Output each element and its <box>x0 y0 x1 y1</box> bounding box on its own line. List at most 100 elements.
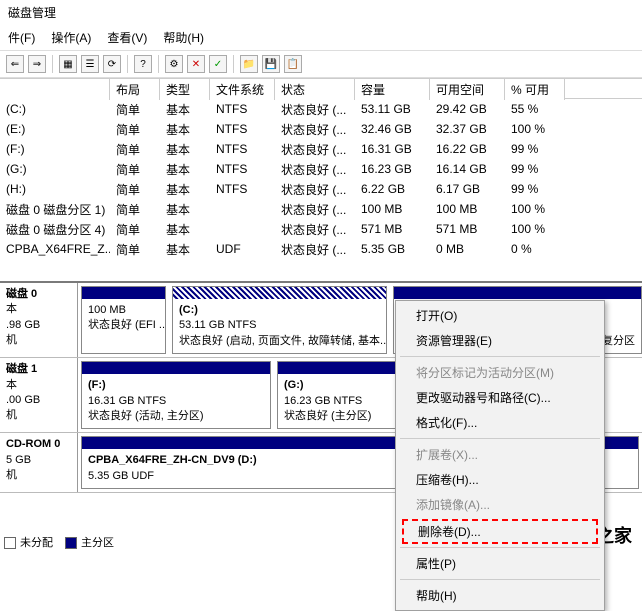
cell-status: 状态良好 (... <box>275 180 355 199</box>
col-status[interactable]: 状态 <box>275 79 355 100</box>
window-title: 磁盘管理 <box>8 4 56 21</box>
title-bar: 磁盘管理 <box>0 0 642 25</box>
cell-cap: 32.46 GB <box>355 121 430 137</box>
cell-pct: 100 % <box>505 221 565 237</box>
check-icon[interactable]: ✓ <box>209 55 227 73</box>
cell-status: 状态良好 (... <box>275 240 355 259</box>
col-volume[interactable] <box>0 79 110 100</box>
cell-pct: 99 % <box>505 161 565 177</box>
col-cap[interactable]: 容量 <box>355 79 430 100</box>
cell-cap: 6.22 GB <box>355 181 430 197</box>
cell-vol: 磁盘 0 磁盘分区 1) <box>0 200 110 219</box>
menu-view[interactable]: 查看(V) <box>107 29 147 46</box>
cell-vol: (C:) <box>0 101 110 117</box>
cell-fs <box>210 228 275 230</box>
col-layout[interactable]: 布局 <box>110 79 160 100</box>
context-menu: 打开(O) 资源管理器(E) 将分区标记为活动分区(M) 更改驱动器号和路径(C… <box>395 300 605 611</box>
settings-icon[interactable]: ⚙ <box>165 55 183 73</box>
cell-type: 基本 <box>160 200 210 219</box>
menu-file[interactable]: 件(F) <box>8 29 35 46</box>
ctx-explorer[interactable]: 资源管理器(E) <box>398 328 602 353</box>
cell-fs: UDF <box>210 241 275 257</box>
cell-fs: NTFS <box>210 141 275 157</box>
cell-cap: 53.11 GB <box>355 101 430 117</box>
cell-status: 状态良好 (... <box>275 120 355 139</box>
cell-type: 基本 <box>160 180 210 199</box>
table-row[interactable]: CPBA_X64FRE_Z...简单基本UDF状态良好 (...5.35 GB0… <box>0 239 642 259</box>
ctx-shrink[interactable]: 压缩卷(H)... <box>398 467 602 492</box>
cell-layout: 简单 <box>110 200 160 219</box>
ctx-change[interactable]: 更改驱动器号和路径(C)... <box>398 385 602 410</box>
grid-icon[interactable]: ▦ <box>59 55 77 73</box>
col-type[interactable]: 类型 <box>160 79 210 100</box>
cell-layout: 简单 <box>110 140 160 159</box>
cell-status: 状态良好 (... <box>275 200 355 219</box>
cell-pct: 55 % <box>505 101 565 117</box>
cell-layout: 简单 <box>110 220 160 239</box>
cell-status: 状态良好 (... <box>275 140 355 159</box>
cell-status: 状态良好 (... <box>275 100 355 119</box>
cell-layout: 简单 <box>110 120 160 139</box>
cell-fs: NTFS <box>210 181 275 197</box>
cell-pct: 99 % <box>505 181 565 197</box>
table-row[interactable]: (E:)简单基本NTFS状态良好 (...32.46 GB32.37 GB100… <box>0 119 642 139</box>
cell-type: 基本 <box>160 120 210 139</box>
delete-icon[interactable]: ✕ <box>187 55 205 73</box>
menu-help[interactable]: 帮助(H) <box>163 29 204 46</box>
cell-type: 基本 <box>160 240 210 259</box>
volume-icon[interactable]: 📁 <box>240 55 258 73</box>
list-icon[interactable]: ☰ <box>81 55 99 73</box>
cell-free: 6.17 GB <box>430 181 505 197</box>
disk-header-cdrom[interactable]: CD-ROM 0 5 GB 机 <box>0 433 78 492</box>
cell-pct: 100 % <box>505 121 565 137</box>
cell-layout: 简单 <box>110 180 160 199</box>
ctx-delete-highlighted[interactable]: 删除卷(D)... <box>402 519 598 544</box>
cell-vol: 磁盘 0 磁盘分区 4) <box>0 220 110 239</box>
partition-f[interactable]: (F:) 16.31 GB NTFS 状态良好 (活动, 主分区) <box>81 361 271 429</box>
cell-cap: 5.35 GB <box>355 241 430 257</box>
partition-c[interactable]: (C:) 53.11 GB NTFS 状态良好 (启动, 页面文件, 故障转储,… <box>172 286 387 354</box>
table-row[interactable]: (C:)简单基本NTFS状态良好 (...53.11 GB29.42 GB55 … <box>0 99 642 119</box>
forward-icon[interactable]: ⇒ <box>28 55 46 73</box>
ctx-help[interactable]: 帮助(H) <box>398 583 602 608</box>
cell-status: 状态良好 (... <box>275 220 355 239</box>
ctx-extend: 扩展卷(X)... <box>398 442 602 467</box>
table-row[interactable]: (F:)简单基本NTFS状态良好 (...16.31 GB16.22 GB99 … <box>0 139 642 159</box>
cell-fs: NTFS <box>210 121 275 137</box>
ctx-delete[interactable]: 删除卷(D)... <box>418 525 481 539</box>
table-row[interactable]: 磁盘 0 磁盘分区 1)简单基本状态良好 (...100 MB100 MB100… <box>0 199 642 219</box>
ctx-open[interactable]: 打开(O) <box>398 303 602 328</box>
partition-efi[interactable]: 100 MB 状态良好 (EFI ... <box>81 286 166 354</box>
table-row[interactable]: (H:)简单基本NTFS状态良好 (...6.22 GB6.17 GB99 % <box>0 179 642 199</box>
disk-icon[interactable]: 💾 <box>262 55 280 73</box>
cell-layout: 简单 <box>110 240 160 259</box>
cell-vol: (G:) <box>0 161 110 177</box>
help-icon[interactable]: ? <box>134 55 152 73</box>
disk-header-1[interactable]: 磁盘 1 本 .00 GB 机 <box>0 358 78 432</box>
table-row[interactable]: 磁盘 0 磁盘分区 4)简单基本状态良好 (...571 MB571 MB100… <box>0 219 642 239</box>
cell-type: 基本 <box>160 100 210 119</box>
disk-header-0[interactable]: 磁盘 0 本 .98 GB 机 <box>0 283 78 357</box>
ctx-active: 将分区标记为活动分区(M) <box>398 360 602 385</box>
cell-layout: 简单 <box>110 100 160 119</box>
cell-free: 29.42 GB <box>430 101 505 117</box>
cell-pct: 100 % <box>505 201 565 217</box>
table-header: 布局 类型 文件系统 状态 容量 可用空间 % 可用 <box>0 79 642 99</box>
cell-fs: NTFS <box>210 161 275 177</box>
cell-pct: 0 % <box>505 241 565 257</box>
volume-table: 布局 类型 文件系统 状态 容量 可用空间 % 可用 (C:)简单基本NTFS状… <box>0 78 642 259</box>
table-row[interactable]: (G:)简单基本NTFS状态良好 (...16.23 GB16.14 GB99 … <box>0 159 642 179</box>
cell-fs <box>210 208 275 210</box>
cell-layout: 简单 <box>110 160 160 179</box>
back-icon[interactable]: ⇐ <box>6 55 24 73</box>
col-free[interactable]: 可用空间 <box>430 79 505 100</box>
col-pct[interactable]: % 可用 <box>505 79 565 100</box>
menu-action[interactable]: 操作(A) <box>51 29 91 46</box>
ctx-mirror: 添加镜像(A)... <box>398 492 602 517</box>
cell-cap: 571 MB <box>355 221 430 237</box>
refresh-icon[interactable]: ⟳ <box>103 55 121 73</box>
ctx-format[interactable]: 格式化(F)... <box>398 410 602 435</box>
ctx-props[interactable]: 属性(P) <box>398 551 602 576</box>
col-fs[interactable]: 文件系统 <box>210 79 275 100</box>
props-icon[interactable]: 📋 <box>284 55 302 73</box>
